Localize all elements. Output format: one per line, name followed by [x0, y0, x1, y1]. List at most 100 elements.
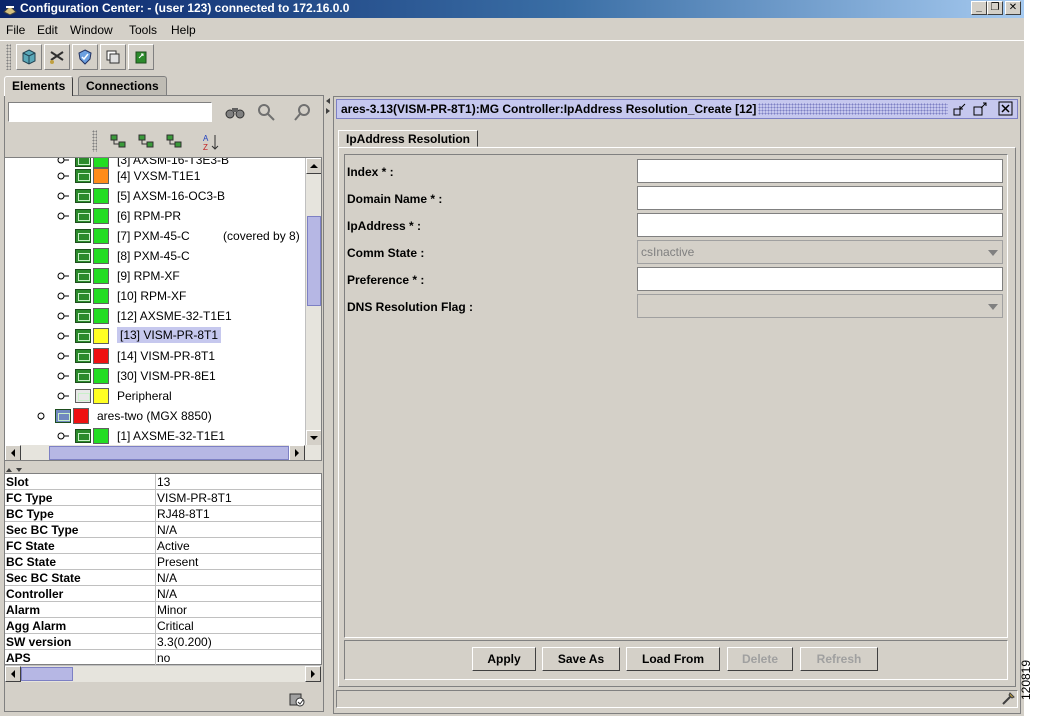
sort-button[interactable]: A Z [200, 132, 222, 152]
connector-icon[interactable] [57, 392, 69, 400]
tree-row[interactable]: [7] PXM-45-C (covered by 8) [5, 226, 303, 246]
connector-icon[interactable] [57, 157, 69, 164]
property-row[interactable]: BC Type RJ48-8T1 [5, 506, 321, 522]
scroll-left-button[interactable] [5, 445, 21, 460]
scroll-down-button[interactable] [306, 430, 321, 446]
property-row[interactable]: BC State Present [5, 554, 321, 570]
tree-row-label[interactable]: [4] VXSM-T1E1 [117, 169, 200, 183]
connector-icon[interactable] [57, 432, 69, 440]
tree-row-label[interactable]: [7] PXM-45-C (covered by 8) [117, 229, 300, 243]
tree-row[interactable]: [8] PXM-45-C [5, 246, 303, 266]
index-input[interactable] [637, 159, 1003, 183]
copy-window-button[interactable] [100, 44, 126, 70]
export-button[interactable] [128, 44, 154, 70]
tree-row[interactable]: [12] AXSME-32-T1E1 [5, 306, 303, 326]
collapse-tree-button[interactable] [136, 132, 158, 152]
property-row[interactable]: Alarm Minor [5, 602, 321, 618]
cube-button[interactable] [16, 44, 42, 70]
prop-scroll-right-button[interactable] [305, 666, 321, 682]
tree-row-label[interactable]: ares-two (MGX 8850) [97, 409, 212, 423]
tab-connections[interactable]: Connections [78, 76, 167, 95]
property-row[interactable]: SW version 3.3(0.200) [5, 634, 321, 650]
tab-elements[interactable]: Elements [4, 76, 74, 96]
connector-icon[interactable] [57, 292, 69, 300]
dns-resolution-flag-select[interactable] [637, 294, 1003, 318]
find-next-button[interactable] [256, 102, 278, 122]
tree-row-label[interactable]: [10] RPM-XF [117, 289, 186, 303]
find-previous-button[interactable] [292, 102, 314, 122]
connector-icon[interactable] [57, 212, 69, 220]
menu-file[interactable]: File [6, 23, 25, 37]
connector-icon[interactable] [57, 272, 69, 280]
property-row[interactable]: APS no [5, 650, 321, 666]
prop-scroll-left-button[interactable] [5, 666, 21, 682]
menu-tools[interactable]: Tools [129, 23, 157, 37]
tree-row[interactable]: [30] VISM-PR-8E1 [5, 366, 303, 386]
tree-row[interactable]: [5] AXSM-16-OC3-B [5, 186, 303, 206]
connector-icon[interactable] [57, 332, 69, 340]
tree-row[interactable]: [14] VISM-PR-8T1 [5, 346, 303, 366]
connector-icon[interactable] [57, 312, 69, 320]
tree-row-label[interactable]: [6] RPM-PR [117, 209, 181, 223]
tree-row-label[interactable]: [5] AXSM-16-OC3-B [117, 189, 225, 203]
frame-close-button[interactable] [998, 101, 1014, 117]
frame-maximize-button[interactable] [972, 101, 988, 117]
tree-horizontal-thumb[interactable] [49, 446, 289, 460]
vertical-splitter[interactable] [325, 96, 331, 116]
tree-row[interactable]: ares-two (MGX 8850) [5, 406, 303, 426]
filter-tree-button[interactable] [164, 132, 186, 152]
tree-row-label[interactable]: [9] RPM-XF [117, 269, 180, 283]
find-button[interactable] [224, 102, 246, 122]
tree-row[interactable]: [6] RPM-PR [5, 206, 303, 226]
tree-row[interactable]: [13] VISM-PR-8T1 [5, 326, 303, 346]
ipaddress-input[interactable] [637, 213, 1003, 237]
tree-row-label[interactable]: [30] VISM-PR-8E1 [117, 369, 216, 383]
refresh-button[interactable]: Refresh [800, 647, 878, 671]
minimize-button[interactable]: _ [971, 1, 987, 15]
tree-row-label[interactable]: [8] PXM-45-C [117, 249, 190, 263]
frame-minimize-button[interactable] [952, 101, 968, 117]
connector-icon[interactable] [57, 192, 69, 200]
toolbar-grip[interactable] [6, 44, 11, 70]
property-row[interactable]: Sec BC Type N/A [5, 522, 321, 538]
property-row[interactable]: Controller N/A [5, 586, 321, 602]
menu-window[interactable]: Window [70, 23, 113, 37]
tree-row-label[interactable]: [1] AXSME-32-T1E1 [117, 429, 225, 443]
connector-icon[interactable] [57, 352, 69, 360]
scissors-button[interactable] [44, 44, 70, 70]
domain-name-input[interactable] [637, 186, 1003, 210]
delete-button[interactable]: Delete [727, 647, 793, 671]
tree-vertical-thumb[interactable] [307, 216, 321, 306]
tree-row[interactable]: [10] RPM-XF [5, 286, 303, 306]
tree-row-label[interactable]: [12] AXSME-32-T1E1 [117, 309, 232, 323]
tab-ipaddress-resolution[interactable]: IpAddress Resolution [338, 130, 479, 147]
tree-row-label[interactable]: [14] VISM-PR-8T1 [117, 349, 215, 363]
property-horizontal-scrollbar[interactable] [5, 666, 321, 682]
preference-input[interactable] [637, 267, 1003, 291]
tree-vertical-scrollbar[interactable] [305, 158, 321, 446]
scroll-right-button[interactable] [289, 445, 305, 460]
menu-help[interactable]: Help [171, 23, 196, 37]
connector-icon[interactable] [57, 372, 69, 380]
property-row[interactable]: Sec BC State N/A [5, 570, 321, 586]
tree-row[interactable]: [9] RPM-XF [5, 266, 303, 286]
load-from-button[interactable]: Load From [626, 647, 720, 671]
tree-row[interactable]: Peripheral [5, 386, 303, 406]
property-action-button[interactable] [288, 690, 306, 708]
tree-toolbar-grip[interactable] [92, 130, 97, 152]
tree-row-label[interactable]: Peripheral [117, 389, 172, 403]
property-horizontal-thumb[interactable] [21, 667, 73, 681]
connector-icon[interactable] [57, 172, 69, 180]
close-button[interactable]: ✕ [1005, 1, 1021, 15]
property-row[interactable]: Slot 13 [5, 474, 321, 490]
property-row[interactable]: Agg Alarm Critical [5, 618, 321, 634]
menu-edit[interactable]: Edit [37, 23, 58, 37]
horizontal-splitter[interactable] [4, 463, 322, 472]
tree-row[interactable]: [4] VXSM-T1E1 [5, 166, 303, 186]
search-input[interactable] [8, 102, 212, 122]
apply-button[interactable]: Apply [472, 647, 536, 671]
tree-horizontal-scrollbar[interactable] [5, 445, 321, 460]
save-as-button[interactable]: Save As [542, 647, 620, 671]
tree-row[interactable]: [1] AXSME-32-T1E1 [5, 426, 303, 446]
expand-node-icon[interactable] [37, 412, 49, 420]
